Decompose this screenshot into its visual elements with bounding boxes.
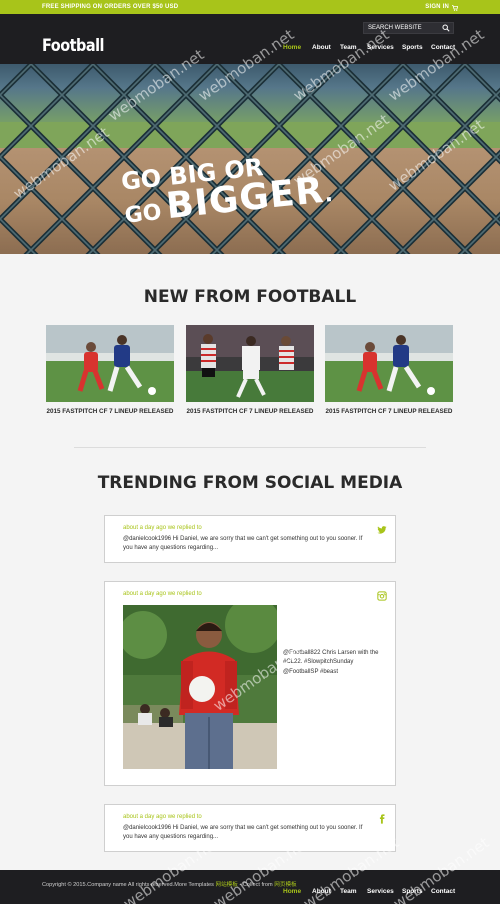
footer-nav-home[interactable]: Home: [283, 888, 312, 895]
search-icon[interactable]: [442, 24, 450, 32]
sign-in-link[interactable]: SIGN IN: [425, 4, 458, 11]
news-card[interactable]: 2015 FASTPITCH CF 7 LINEUP RELEASED: [186, 325, 314, 415]
nav-contact[interactable]: Contact: [431, 44, 455, 51]
news-card-photo[interactable]: [186, 325, 314, 402]
search-input[interactable]: SEARCH WEBSITE: [363, 22, 454, 34]
section-divider: [74, 447, 426, 448]
footer-nav-team[interactable]: Team: [340, 888, 367, 895]
news-section-title: NEW FROM FOOTBALL: [143, 287, 357, 307]
post-photo[interactable]: [123, 605, 277, 769]
post-meta: about a day ago we replied to: [123, 814, 202, 820]
news-card[interactable]: 2015 FASTPITCH CF 7 LINEUP RELEASED: [325, 325, 453, 415]
news-card-caption[interactable]: 2015 FASTPITCH CF 7 LINEUP RELEASED: [186, 408, 314, 415]
post-text: @danielcook1996 Hi Daniel, we are sorry …: [123, 825, 363, 841]
hero-line-2: GO: [123, 199, 163, 229]
news-card[interactable]: 2015 FASTPITCH CF 7 LINEUP RELEASED: [46, 325, 174, 415]
footer-nav-services[interactable]: Services: [367, 888, 402, 895]
post-text: @Football822 Chris Larsen with the #CL22…: [283, 650, 379, 675]
site-logo[interactable]: Football: [42, 36, 104, 56]
news-card-photo[interactable]: [46, 325, 174, 402]
nav-team[interactable]: Team: [340, 44, 367, 51]
instagram-icon[interactable]: [377, 588, 387, 601]
post-text: @danielcook1996 Hi Daniel, we are sorry …: [123, 536, 363, 552]
post-meta: about a day ago we replied to: [123, 525, 202, 531]
main-nav: Home About Team Services Sports Contact: [283, 44, 455, 51]
social-post-twitter[interactable]: about a day ago we replied to @danielcoo…: [104, 515, 396, 563]
social-post-facebook[interactable]: about a day ago we replied to @danielcoo…: [104, 804, 396, 852]
nav-about[interactable]: About: [312, 44, 340, 51]
nav-home[interactable]: Home: [283, 44, 312, 51]
templates-link[interactable]: 网站模板: [215, 882, 237, 888]
cart-icon[interactable]: [452, 4, 458, 11]
social-post-instagram[interactable]: about a day ago we replied to @Football8…: [104, 581, 396, 786]
collect-from-label: - Collect from: [237, 882, 275, 888]
twitter-icon[interactable]: [377, 522, 387, 534]
nav-sports[interactable]: Sports: [402, 44, 431, 51]
promo-message: FREE SHIPPING ON ORDERS OVER $50 USD: [42, 4, 179, 10]
facebook-icon[interactable]: [377, 811, 387, 824]
search-placeholder: SEARCH WEBSITE: [368, 25, 422, 31]
social-section-title: TRENDING FROM SOCIAL MEDIA: [97, 473, 403, 493]
site-header: Football SEARCH WEBSITE Home About Team …: [0, 14, 500, 64]
promo-bar: FREE SHIPPING ON ORDERS OVER $50 USD SIG…: [0, 0, 500, 14]
news-card-photo[interactable]: [325, 325, 453, 402]
sign-in-label: SIGN IN: [425, 4, 449, 10]
footer-nav-contact[interactable]: Contact: [431, 888, 455, 895]
footer-nav: Home About Team Services Sports Contact: [283, 888, 455, 895]
footer-nav-sports[interactable]: Sports: [402, 888, 431, 895]
news-card-caption[interactable]: 2015 FASTPITCH CF 7 LINEUP RELEASED: [46, 408, 174, 415]
news-card-caption[interactable]: 2015 FASTPITCH CF 7 LINEUP RELEASED: [325, 408, 453, 415]
copyright-label: Copyright © 2015.Company name All rights…: [42, 882, 214, 888]
footer-nav-about[interactable]: About: [312, 888, 340, 895]
site-footer: Copyright © 2015.Company name All rights…: [0, 870, 500, 904]
hero-slider: GO BIG OR GO BIGGER.: [0, 64, 500, 254]
copyright-text: Copyright © 2015.Company name All rights…: [42, 880, 297, 888]
post-meta: about a day ago we replied to: [123, 591, 202, 597]
nav-services[interactable]: Services: [367, 44, 402, 51]
